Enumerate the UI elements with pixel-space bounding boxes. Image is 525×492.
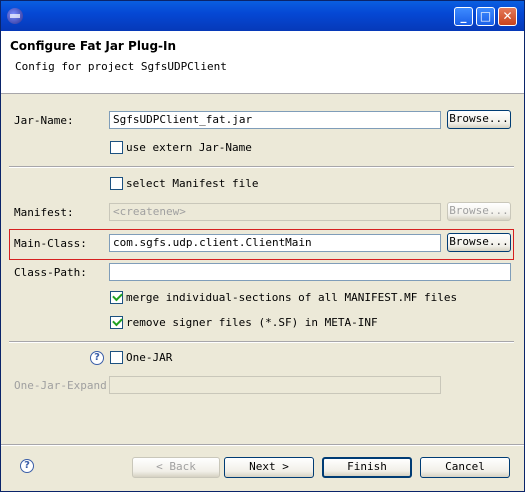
- dialog-subtitle: Config for project SgfsUDPClient: [15, 60, 227, 73]
- separator: [9, 341, 514, 343]
- back-button[interactable]: < Back: [132, 457, 220, 478]
- merge-sections-label: merge individual-sections of all MANIFES…: [126, 291, 458, 304]
- help-icon[interactable]: ?: [90, 351, 104, 365]
- footer-separator: [1, 444, 524, 446]
- next-button[interactable]: Next >: [224, 457, 314, 478]
- use-extern-label: use extern Jar-Name: [126, 141, 252, 154]
- finish-button[interactable]: Finish: [322, 457, 412, 478]
- remove-signer-checkbox[interactable]: [110, 315, 123, 329]
- select-manifest-checkbox[interactable]: [110, 177, 123, 190]
- minimize-button[interactable]: _: [454, 7, 473, 26]
- manifest-label: Manifest:: [14, 206, 74, 219]
- close-button[interactable]: ✕: [498, 7, 517, 26]
- use-extern-checkbox[interactable]: [110, 141, 123, 154]
- one-jar-label: One-JAR: [126, 351, 173, 364]
- help-icon[interactable]: ?: [20, 459, 34, 473]
- dialog-header: Configure Fat Jar Plug-In Config for pro…: [1, 31, 524, 94]
- fat-jar-dialog: _ □ ✕ Configure Fat Jar Plug-In Config f…: [0, 0, 525, 492]
- eclipse-icon: [7, 8, 23, 24]
- check-mark-icon: [112, 315, 123, 327]
- one-jar-expand-label: One-Jar-Expand:: [14, 379, 114, 392]
- jar-name-input[interactable]: SgfsUDPClient_fat.jar: [109, 111, 441, 129]
- one-jar-expand-input[interactable]: [109, 376, 441, 394]
- cancel-button[interactable]: Cancel: [420, 457, 510, 478]
- jar-name-browse-button[interactable]: Browse...: [447, 110, 511, 129]
- dialog-title: Configure Fat Jar Plug-In: [10, 39, 177, 53]
- manifest-input[interactable]: <createnew>: [109, 203, 441, 221]
- one-jar-checkbox[interactable]: [110, 351, 123, 364]
- jar-name-label: Jar-Name:: [14, 114, 74, 127]
- main-class-browse-button[interactable]: Browse...: [447, 233, 511, 252]
- remove-signer-label: remove signer files (*.SF) in META-INF: [126, 316, 378, 329]
- class-path-label: Class-Path:: [14, 266, 87, 279]
- check-mark-icon: [112, 290, 123, 302]
- select-manifest-label: select Manifest file: [126, 177, 259, 190]
- main-class-label: Main-Class:: [14, 237, 87, 250]
- main-class-input[interactable]: com.sgfs.udp.client.ClientMain: [109, 234, 441, 252]
- merge-sections-checkbox[interactable]: [110, 290, 123, 304]
- title-bar[interactable]: _ □ ✕: [1, 1, 524, 31]
- maximize-button[interactable]: □: [476, 7, 495, 26]
- class-path-input[interactable]: [109, 263, 511, 281]
- manifest-browse-button[interactable]: Browse...: [447, 202, 511, 221]
- separator: [9, 166, 514, 168]
